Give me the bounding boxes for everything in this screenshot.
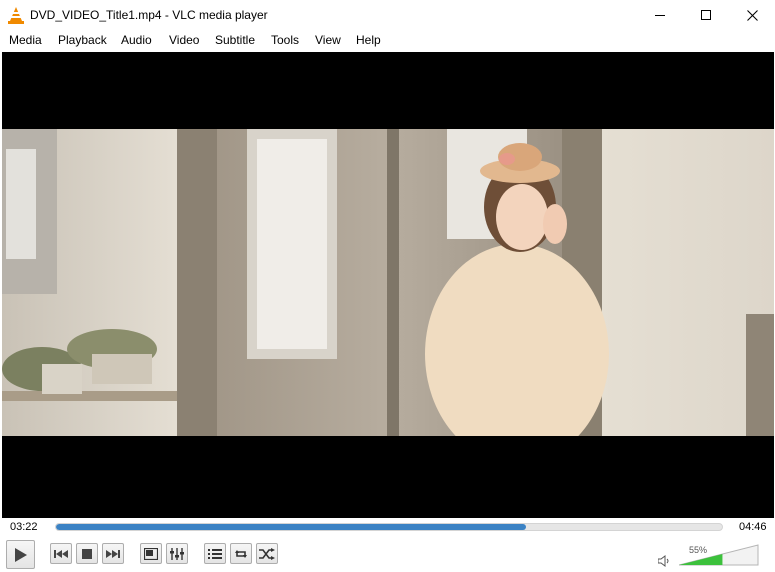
speaker-icon[interactable] bbox=[658, 555, 670, 567]
maximize-button[interactable] bbox=[683, 0, 729, 31]
menu-media[interactable]: Media bbox=[8, 33, 43, 47]
control-bar: 03:22 04:46 55% bbox=[0, 518, 775, 572]
loop-button[interactable] bbox=[230, 543, 252, 564]
elapsed-time: 03:22 bbox=[10, 521, 38, 533]
title-bar: DVD_VIDEO_Title1.mp4 - VLC media player bbox=[0, 0, 775, 31]
play-icon bbox=[14, 547, 27, 562]
loop-icon bbox=[235, 549, 247, 558]
close-icon bbox=[746, 10, 758, 21]
window-title: DVD_VIDEO_Title1.mp4 - VLC media player bbox=[30, 8, 268, 22]
shuffle-button[interactable] bbox=[256, 543, 278, 564]
volume-label: 55% bbox=[689, 545, 708, 555]
maximize-icon bbox=[700, 10, 711, 20]
previous-icon bbox=[54, 549, 68, 558]
playlist-icon bbox=[208, 548, 222, 559]
menu-playback[interactable]: Playback bbox=[57, 33, 108, 47]
stop-button[interactable] bbox=[76, 543, 98, 564]
menu-subtitle[interactable]: Subtitle bbox=[214, 33, 256, 47]
total-time: 04:46 bbox=[739, 521, 767, 533]
seek-progress bbox=[56, 524, 526, 530]
play-button[interactable] bbox=[6, 540, 35, 569]
menu-bar: Media Playback Audio Video Subtitle Tool… bbox=[0, 31, 775, 51]
next-button[interactable] bbox=[102, 543, 124, 564]
menu-video[interactable]: Video bbox=[168, 33, 200, 47]
extended-settings-button[interactable] bbox=[166, 543, 188, 564]
minimize-button[interactable] bbox=[637, 0, 683, 31]
extended-settings-icon bbox=[170, 547, 184, 560]
close-button[interactable] bbox=[729, 0, 775, 31]
seek-bar[interactable] bbox=[55, 523, 723, 531]
vlc-cone-icon bbox=[8, 7, 24, 24]
volume-slider[interactable]: 55% bbox=[678, 544, 759, 566]
menu-audio[interactable]: Audio bbox=[120, 33, 153, 47]
menu-help[interactable]: Help bbox=[355, 33, 382, 47]
playlist-button[interactable] bbox=[204, 543, 226, 564]
video-area[interactable] bbox=[2, 52, 774, 518]
video-frame bbox=[2, 129, 774, 436]
fullscreen-icon bbox=[144, 547, 158, 560]
shuffle-icon bbox=[259, 547, 275, 560]
stop-icon bbox=[82, 548, 92, 559]
minimize-icon bbox=[654, 15, 665, 16]
menu-tools[interactable]: Tools bbox=[270, 33, 300, 47]
previous-button[interactable] bbox=[50, 543, 72, 564]
fullscreen-button[interactable] bbox=[140, 543, 162, 564]
menu-view[interactable]: View bbox=[314, 33, 342, 47]
next-icon bbox=[106, 549, 120, 558]
